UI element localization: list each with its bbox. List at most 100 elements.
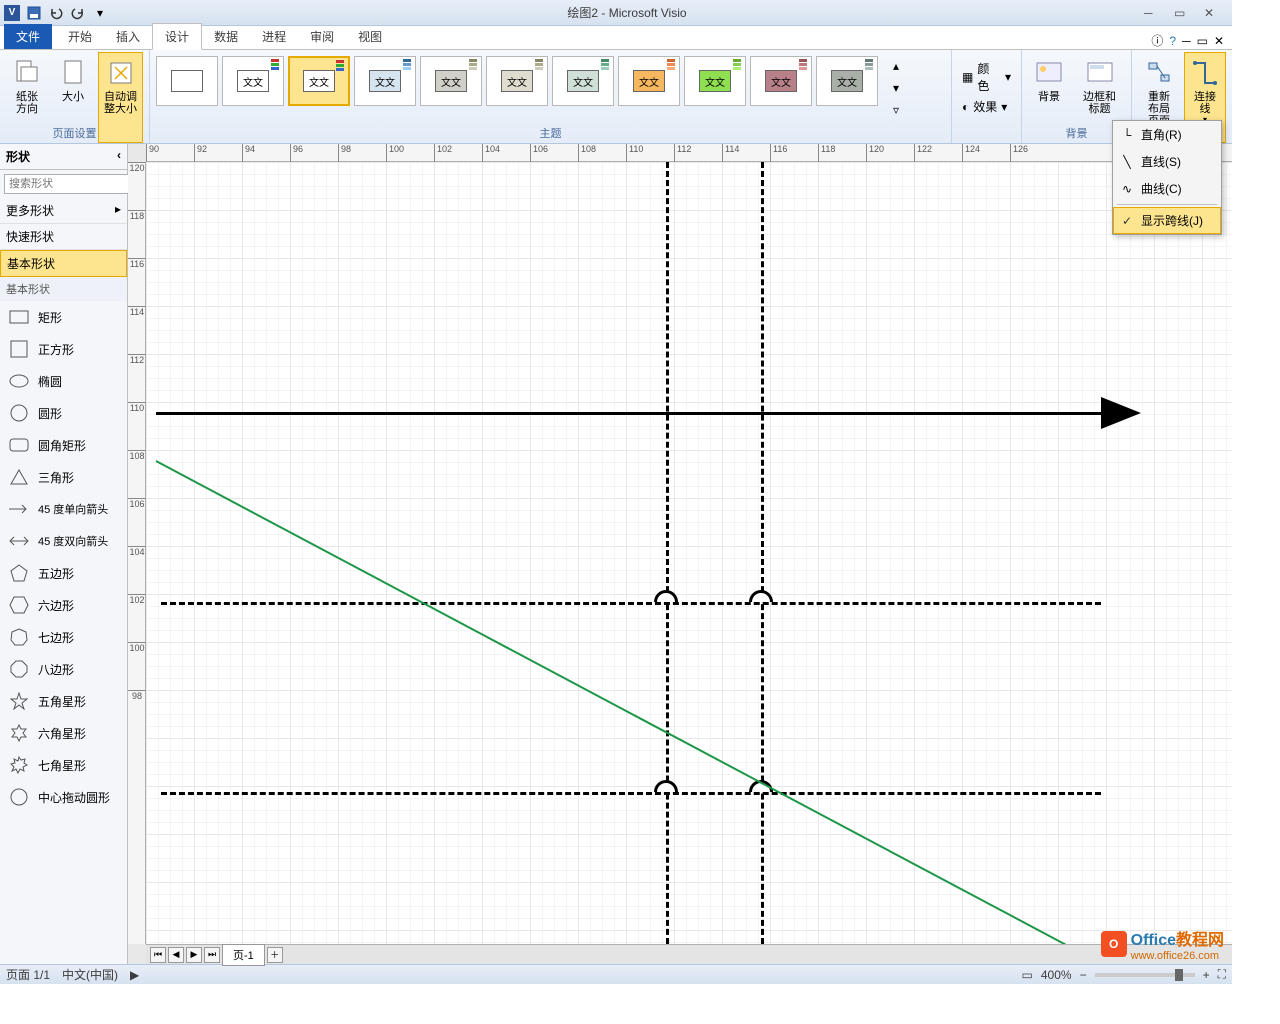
dd-show-jumps[interactable]: 显示跨线(J) <box>1113 207 1221 234</box>
theme-item-selected[interactable]: 文文 <box>288 56 350 106</box>
background-label: 背景 <box>1038 91 1060 103</box>
ribbon: 纸张方向 大小 自动调整大小 页面设置 文文 文文 文文 文文 文文 文文 文文… <box>0 50 1232 144</box>
zoom-out-button[interactable]: ▭ <box>1022 968 1033 982</box>
mdi-min-icon[interactable]: ─ <box>1182 34 1191 48</box>
vertical-ruler[interactable]: 12011811611411211010810610410210098 <box>128 162 146 944</box>
shape-heptagon[interactable]: 七边形 <box>0 621 127 653</box>
basic-shapes-item[interactable]: 基本形状 <box>0 250 127 277</box>
watermark: O Office教程网 www.office26.com <box>1101 926 1224 962</box>
drawing-canvas[interactable] <box>146 162 1232 944</box>
dd-straight[interactable]: ╲直线(S) <box>1113 148 1221 175</box>
connector-dropdown: └直角(R) ╲直线(S) ∿曲线(C) 显示跨线(J) <box>1112 120 1222 235</box>
mdi-close-icon[interactable]: ✕ <box>1214 34 1224 48</box>
app-icon: V <box>4 5 20 21</box>
tab-home[interactable]: 开始 <box>56 24 104 49</box>
orientation-label: 纸张方向 <box>11 91 43 115</box>
maximize-button[interactable]: ▭ <box>1174 6 1192 20</box>
shape-list[interactable]: 矩形 正方形 椭圆 圆形 圆角矩形 三角形 45 度单向箭头 45 度双向箭头 … <box>0 301 127 964</box>
shape-rectangle[interactable]: 矩形 <box>0 301 127 333</box>
horizontal-ruler[interactable]: 9092949698100102104106108110112114116118… <box>146 144 1232 162</box>
shape-square[interactable]: 正方形 <box>0 333 127 365</box>
triangle-icon <box>8 467 30 487</box>
shape-center-drag-circle[interactable]: 中心拖动圆形 <box>0 781 127 813</box>
page-next-button[interactable]: ▶ <box>186 947 202 963</box>
page-add-button[interactable]: ＋ <box>267 947 283 963</box>
theme-more[interactable]: ▿ <box>886 100 906 120</box>
tab-review[interactable]: 审阅 <box>298 24 346 49</box>
dd-right-angle[interactable]: └直角(R) <box>1113 121 1221 148</box>
ribbon-minimize-icon[interactable]: ⓘ <box>1151 32 1163 49</box>
theme-item[interactable]: 文文 <box>222 56 284 106</box>
shape-triangle[interactable]: 三角形 <box>0 461 127 493</box>
close-button[interactable]: ✕ <box>1204 6 1222 20</box>
dashed-horizontal-1[interactable] <box>161 602 1101 605</box>
undo-button[interactable] <box>46 3 66 23</box>
zoom-plus[interactable]: + <box>1203 968 1210 982</box>
dashed-vertical-1[interactable] <box>666 162 669 944</box>
tab-design[interactable]: 设计 <box>152 23 202 50</box>
qat-customize[interactable]: ▾ <box>90 3 110 23</box>
quick-shapes-item[interactable]: 快速形状 <box>0 224 127 250</box>
zoom-level[interactable]: 400% <box>1041 968 1072 982</box>
zoom-slider[interactable] <box>1095 973 1195 977</box>
shape-hexagon[interactable]: 六边形 <box>0 589 127 621</box>
shape-arrow-45[interactable]: 45 度单向箭头 <box>0 493 127 525</box>
shape-octagon[interactable]: 八边形 <box>0 653 127 685</box>
minimize-button[interactable]: ─ <box>1144 6 1162 20</box>
dd-separator <box>1117 204 1217 205</box>
save-button[interactable] <box>24 3 44 23</box>
theme-item[interactable]: 文文 <box>684 56 746 106</box>
more-shapes-item[interactable]: 更多形状▸ <box>0 198 127 224</box>
status-macro-icon[interactable]: ▶ <box>130 968 139 982</box>
panel-collapse-icon[interactable]: ‹ <box>117 148 121 165</box>
tab-view[interactable]: 视图 <box>346 24 394 49</box>
arrow-45-icon <box>8 499 30 519</box>
page-last-button[interactable]: ⏭ <box>204 947 220 963</box>
tab-data[interactable]: 数据 <box>202 24 250 49</box>
theme-item[interactable] <box>156 56 218 106</box>
shape-rounded-rect[interactable]: 圆角矩形 <box>0 429 127 461</box>
theme-gallery[interactable]: 文文 文文 文文 文文 文文 文文 文文 文文 文文 文文 ▴ ▾ ▿ <box>156 52 945 124</box>
theme-colors-button[interactable]: ▦颜色▾ <box>958 58 1015 96</box>
redo-button[interactable] <box>68 3 88 23</box>
theme-item[interactable]: 文文 <box>750 56 812 106</box>
zoom-thumb[interactable] <box>1175 969 1183 981</box>
size-icon <box>57 57 89 89</box>
mdi-restore-icon[interactable]: ▭ <box>1197 34 1208 48</box>
fit-page-button[interactable]: ⛶ <box>1218 967 1226 982</box>
green-diagonal-line[interactable] <box>156 460 1093 944</box>
theme-item[interactable]: 文文 <box>354 56 416 106</box>
theme-effects-button[interactable]: ◐效果▾ <box>958 96 1015 117</box>
dashed-horizontal-2[interactable] <box>161 792 1101 795</box>
theme-item[interactable]: 文文 <box>816 56 878 106</box>
connector-label: 连接线 <box>1189 91 1221 115</box>
shape-double-arrow-45[interactable]: 45 度双向箭头 <box>0 525 127 557</box>
shapes-panel: 形状‹ ▾ 🔍 更多形状▸ 快速形状 基本形状 基本形状 矩形 正方形 椭圆 圆… <box>0 144 128 964</box>
shape-pentagon[interactable]: 五边形 <box>0 557 127 589</box>
shape-star5[interactable]: 五角星形 <box>0 685 127 717</box>
shape-circle[interactable]: 圆形 <box>0 397 127 429</box>
dashed-vertical-2[interactable] <box>761 162 764 944</box>
page-prev-button[interactable]: ◀ <box>168 947 184 963</box>
shape-star7[interactable]: 七角星形 <box>0 749 127 781</box>
page-tab-1[interactable]: 页-1 <box>222 944 265 966</box>
zoom-minus[interactable]: − <box>1080 968 1087 982</box>
theme-scroll-down[interactable]: ▾ <box>886 78 906 98</box>
tab-file[interactable]: 文件 <box>4 24 52 49</box>
theme-item[interactable]: 文文 <box>618 56 680 106</box>
shape-star6[interactable]: 六角星形 <box>0 717 127 749</box>
tab-process[interactable]: 进程 <box>250 24 298 49</box>
theme-item[interactable]: 文文 <box>486 56 548 106</box>
canvas-area: 9092949698100102104106108110112114116118… <box>128 144 1232 964</box>
page-first-button[interactable]: ⏮ <box>150 947 166 963</box>
help-icon[interactable]: ? <box>1169 34 1176 48</box>
dd-curve[interactable]: ∿曲线(C) <box>1113 175 1221 202</box>
status-language[interactable]: 中文(中国) <box>62 966 118 983</box>
arrow-shape[interactable] <box>156 412 1106 415</box>
theme-item[interactable]: 文文 <box>420 56 482 106</box>
tab-insert[interactable]: 插入 <box>104 24 152 49</box>
theme-scroll-up[interactable]: ▴ <box>886 56 906 76</box>
shape-ellipse[interactable]: 椭圆 <box>0 365 127 397</box>
double-arrow-45-icon <box>8 531 30 551</box>
theme-item[interactable]: 文文 <box>552 56 614 106</box>
